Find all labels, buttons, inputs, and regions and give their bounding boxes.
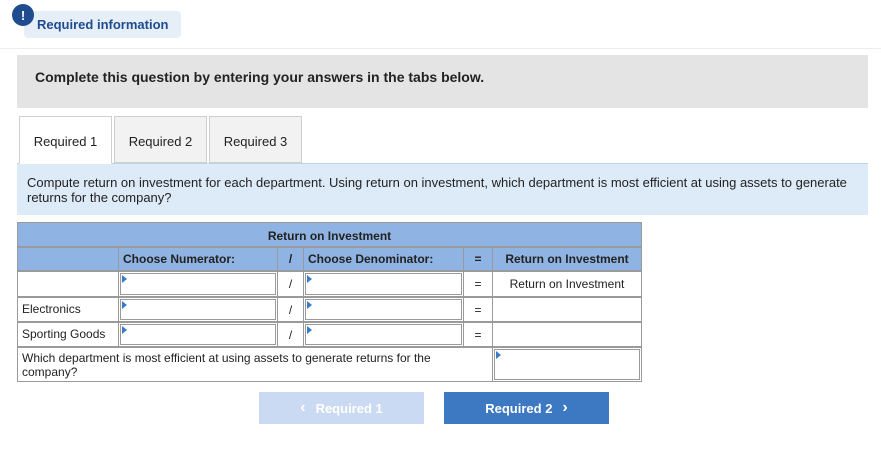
efficiency-question-text: Which department is most efficient at us… xyxy=(17,347,493,382)
formula-row: / = Return on Investment xyxy=(17,271,642,297)
alert-icon: ! xyxy=(12,4,34,26)
efficient-department-select[interactable] xyxy=(494,349,640,380)
electronics-divide-sign: / xyxy=(277,297,304,322)
tab-label: Required 2 xyxy=(128,134,193,149)
previous-button-label: Required 1 xyxy=(315,400,383,416)
electronics-denominator-cell xyxy=(303,297,464,322)
required-information-label: Required information xyxy=(37,17,169,32)
header-result: Return on Investment xyxy=(492,247,642,271)
row-label-electronics: Electronics xyxy=(17,297,119,322)
sporting-goods-equals-sign: = xyxy=(463,322,493,347)
numerator-select[interactable] xyxy=(120,273,276,295)
table-row-sporting-goods: Sporting Goods / = xyxy=(17,322,642,347)
denominator-select[interactable] xyxy=(305,273,462,295)
tab-required-1[interactable]: Required 1 xyxy=(19,116,112,164)
tab-required-3[interactable]: Required 3 xyxy=(209,116,302,163)
instructions-text: Complete this question by entering your … xyxy=(35,69,485,85)
previous-tab-button[interactable]: ‹ Required 1 xyxy=(259,392,424,424)
table-header-row: Choose Numerator: / Choose Denominator: … xyxy=(17,247,642,271)
divider xyxy=(0,48,881,49)
header-equals-sign: = xyxy=(463,247,493,271)
instructions-panel: Complete this question by entering your … xyxy=(17,55,868,108)
question-panel: Compute return on investment for each de… xyxy=(17,164,868,215)
electronics-equals-sign: = xyxy=(463,297,493,322)
sporting-goods-numerator-input[interactable] xyxy=(120,324,276,345)
tab-required-2[interactable]: Required 2 xyxy=(114,116,207,163)
formula-blank-cell xyxy=(17,271,119,297)
table-title: Return on Investment xyxy=(17,222,642,247)
formula-equals-sign: = xyxy=(463,271,493,297)
sporting-goods-numerator-cell xyxy=(118,322,278,347)
tab-label: Required 3 xyxy=(223,134,288,149)
formula-divide-sign: / xyxy=(277,271,304,297)
sporting-goods-divide-sign: / xyxy=(277,322,304,347)
formula-denominator-cell xyxy=(303,271,464,297)
chevron-left-icon: ‹ xyxy=(300,399,306,416)
electronics-denominator-input[interactable] xyxy=(305,299,462,320)
formula-numerator-cell xyxy=(118,271,278,297)
next-tab-button[interactable]: Required 2 › xyxy=(444,392,609,424)
header-divide-sign: / xyxy=(277,247,304,271)
efficiency-question-row: Which department is most efficient at us… xyxy=(17,347,642,382)
electronics-result xyxy=(492,297,642,322)
header-blank-cell xyxy=(17,247,119,271)
electronics-numerator-cell xyxy=(118,297,278,322)
roi-table: Return on Investment Choose Numerator: /… xyxy=(17,222,642,382)
tab-label: Required 1 xyxy=(33,134,98,149)
header-denominator: Choose Denominator: xyxy=(303,247,464,271)
sporting-goods-denominator-cell xyxy=(303,322,464,347)
header-numerator: Choose Numerator: xyxy=(118,247,278,271)
electronics-numerator-input[interactable] xyxy=(120,299,276,320)
row-label-sporting-goods: Sporting Goods xyxy=(17,322,119,347)
chevron-right-icon: › xyxy=(562,399,568,416)
formula-result-label: Return on Investment xyxy=(492,271,642,297)
efficiency-answer-cell xyxy=(492,347,642,382)
question-text: Compute return on investment for each de… xyxy=(27,175,847,205)
table-row-electronics: Electronics / = xyxy=(17,297,642,322)
sporting-goods-result xyxy=(492,322,642,347)
required-information-banner: Required information xyxy=(24,11,181,38)
sporting-goods-denominator-input[interactable] xyxy=(305,324,462,345)
next-button-label: Required 2 xyxy=(485,400,553,416)
